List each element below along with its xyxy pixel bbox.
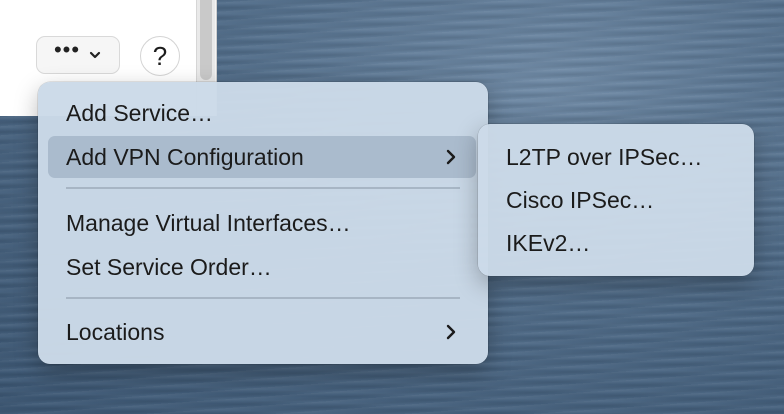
menu-item-add-service[interactable]: Add Service… [48, 92, 476, 134]
scrollbar-thumb[interactable] [200, 0, 212, 80]
menu-separator [66, 297, 460, 299]
submenu-item-l2tp-over-ipsec[interactable]: L2TP over IPSec… [488, 136, 744, 178]
menu-item-manage-virtual-interfaces[interactable]: Manage Virtual Interfaces… [48, 202, 476, 244]
help-button[interactable]: ? [140, 36, 180, 76]
menu-item-label: Add VPN Configuration [66, 143, 304, 170]
ellipsis-icon: ••• [53, 37, 81, 62]
menu-item-label: Cisco IPSec… [506, 186, 655, 213]
submenu-item-cisco-ipsec[interactable]: Cisco IPSec… [488, 179, 744, 221]
menu-item-set-service-order[interactable]: Set Service Order… [48, 246, 476, 288]
context-menu: Add Service… Add VPN Configuration Manag… [38, 82, 488, 364]
menu-item-label: Set Service Order… [66, 253, 272, 280]
menu-item-label: Add Service… [66, 99, 214, 126]
question-mark-icon: ? [152, 40, 168, 71]
menu-item-locations[interactable]: Locations [48, 311, 476, 353]
menu-separator [66, 187, 460, 189]
submenu-item-ikev2[interactable]: IKEv2… [488, 222, 744, 264]
menu-item-add-vpn-configuration[interactable]: Add VPN Configuration [48, 136, 476, 178]
menu-item-label: L2TP over IPSec… [506, 143, 703, 170]
chevron-right-icon [446, 324, 456, 340]
menu-item-label: Manage Virtual Interfaces… [66, 209, 351, 236]
chevron-down-icon [89, 51, 101, 59]
chevron-right-icon [446, 149, 456, 165]
menu-item-label: IKEv2… [506, 229, 591, 256]
vpn-submenu: L2TP over IPSec… Cisco IPSec… IKEv2… [478, 124, 754, 276]
menu-item-label: Locations [66, 318, 165, 345]
more-actions-button[interactable]: ••• [36, 36, 120, 74]
